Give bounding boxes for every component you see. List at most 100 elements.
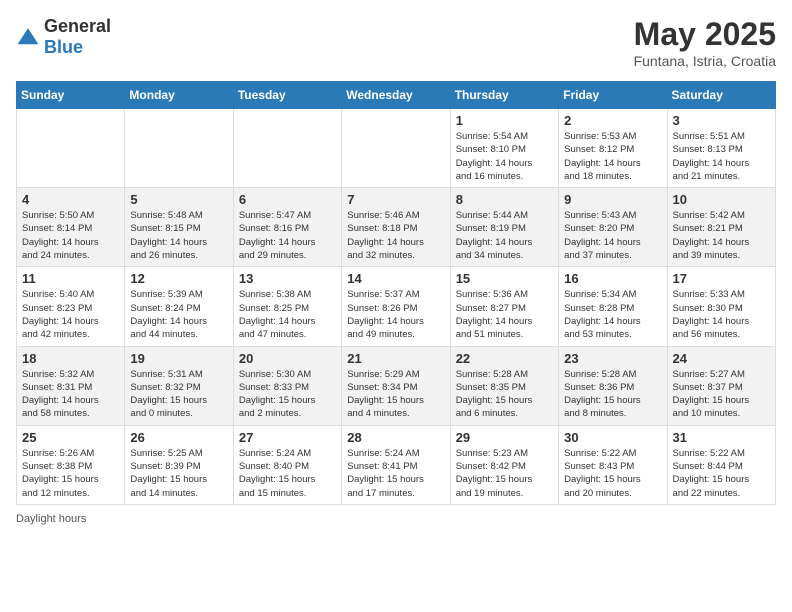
day-info: Sunrise: 5:23 AM Sunset: 8:42 PM Dayligh… — [456, 447, 553, 500]
day-info: Sunrise: 5:43 AM Sunset: 8:20 PM Dayligh… — [564, 209, 661, 262]
calendar-cell: 30Sunrise: 5:22 AM Sunset: 8:43 PM Dayli… — [559, 425, 667, 504]
calendar-cell: 23 Sunrise: 5:28 AM Sunset: 8:36 PM Dayli… — [559, 346, 667, 425]
day-info: Sunrise: 5:38 AM Sunset: 8:25 PM Dayligh… — [239, 288, 336, 341]
calendar-cell: 21 Sunrise: 5:29 AM Sunset: 8:34 PM Dayli… — [342, 346, 450, 425]
calendar-day-header-tuesday: Tuesday — [233, 82, 341, 109]
calendar-cell: 16 Sunrise: 5:34 AM Sunset: 8:28 PM Dayli… — [559, 267, 667, 346]
day-info: Sunrise: 5:24 AM Sunset: 8:41 PM Dayligh… — [347, 447, 444, 500]
month-title: May 2025 — [634, 16, 776, 53]
day-number: 25 — [22, 430, 119, 445]
calendar-cell: 31 Sunrise: 5:22 AM Sunset: 8:44 PM Dayli… — [667, 425, 775, 504]
calendar-week-row: 25 Sunrise: 5:26 AM Sunset: 8:38 PM Dayli… — [17, 425, 776, 504]
day-info: Sunrise: 5:46 AM Sunset: 8:18 PM Dayligh… — [347, 209, 444, 262]
calendar-cell: 15Sunrise: 5:36 AM Sunset: 8:27 PM Dayli… — [450, 267, 558, 346]
logo-blue: Blue — [44, 37, 83, 57]
day-number: 2 — [564, 113, 661, 128]
day-info: Sunrise: 5:47 AM Sunset: 8:16 PM Dayligh… — [239, 209, 336, 262]
footer: Daylight hours — [16, 513, 776, 525]
day-info: Sunrise: 5:22 AM Sunset: 8:43 PM Dayligh… — [564, 447, 661, 500]
day-info: Sunrise: 5:40 AM Sunset: 8:23 PM Dayligh… — [22, 288, 119, 341]
calendar-cell: 20 Sunrise: 5:30 AM Sunset: 8:33 PM Dayli… — [233, 346, 341, 425]
calendar-week-row: 1Sunrise: 5:54 AM Sunset: 8:10 PM Daylig… — [17, 109, 776, 188]
calendar-cell — [342, 109, 450, 188]
calendar-cell: 11 Sunrise: 5:40 AM Sunset: 8:23 PM Dayli… — [17, 267, 125, 346]
calendar-cell: 7 Sunrise: 5:46 AM Sunset: 8:18 PM Daylig… — [342, 188, 450, 267]
calendar-cell: 22Sunrise: 5:28 AM Sunset: 8:35 PM Dayli… — [450, 346, 558, 425]
logo-text: General Blue — [44, 16, 111, 58]
day-number: 6 — [239, 192, 336, 207]
day-info: Sunrise: 5:36 AM Sunset: 8:27 PM Dayligh… — [456, 288, 553, 341]
calendar-cell: 13 Sunrise: 5:38 AM Sunset: 8:25 PM Dayli… — [233, 267, 341, 346]
day-number: 13 — [239, 271, 336, 286]
day-number: 23 — [564, 351, 661, 366]
calendar-cell: 17 Sunrise: 5:33 AM Sunset: 8:30 PM Dayli… — [667, 267, 775, 346]
day-number: 4 — [22, 192, 119, 207]
calendar-week-row: 4 Sunrise: 5:50 AM Sunset: 8:14 PM Daylig… — [17, 188, 776, 267]
day-info: Sunrise: 5:29 AM Sunset: 8:34 PM Dayligh… — [347, 368, 444, 421]
calendar-cell: 4 Sunrise: 5:50 AM Sunset: 8:14 PM Daylig… — [17, 188, 125, 267]
day-info: Sunrise: 5:28 AM Sunset: 8:36 PM Dayligh… — [564, 368, 661, 421]
day-info: Sunrise: 5:44 AM Sunset: 8:19 PM Dayligh… — [456, 209, 553, 262]
calendar-day-header-monday: Monday — [125, 82, 233, 109]
page-header: General Blue May 2025 Funtana, Istria, C… — [16, 16, 776, 69]
day-info: Sunrise: 5:32 AM Sunset: 8:31 PM Dayligh… — [22, 368, 119, 421]
calendar-cell: 28 Sunrise: 5:24 AM Sunset: 8:41 PM Dayli… — [342, 425, 450, 504]
location-title: Funtana, Istria, Croatia — [634, 53, 776, 69]
day-number: 11 — [22, 271, 119, 286]
day-number: 18 — [22, 351, 119, 366]
day-number: 8 — [456, 192, 553, 207]
day-number: 12 — [130, 271, 227, 286]
day-number: 26 — [130, 430, 227, 445]
day-info: Sunrise: 5:48 AM Sunset: 8:15 PM Dayligh… — [130, 209, 227, 262]
calendar-cell: 1Sunrise: 5:54 AM Sunset: 8:10 PM Daylig… — [450, 109, 558, 188]
day-number: 21 — [347, 351, 444, 366]
day-number: 7 — [347, 192, 444, 207]
day-info: Sunrise: 5:25 AM Sunset: 8:39 PM Dayligh… — [130, 447, 227, 500]
day-number: 20 — [239, 351, 336, 366]
calendar-cell: 14Sunrise: 5:37 AM Sunset: 8:26 PM Dayli… — [342, 267, 450, 346]
calendar-week-row: 18 Sunrise: 5:32 AM Sunset: 8:31 PM Dayli… — [17, 346, 776, 425]
logo-icon — [16, 25, 40, 49]
calendar-cell: 26 Sunrise: 5:25 AM Sunset: 8:39 PM Dayli… — [125, 425, 233, 504]
calendar-cell: 3 Sunrise: 5:51 AM Sunset: 8:13 PM Daylig… — [667, 109, 775, 188]
calendar-table: SundayMondayTuesdayWednesdayThursdayFrid… — [16, 81, 776, 505]
day-info: Sunrise: 5:34 AM Sunset: 8:28 PM Dayligh… — [564, 288, 661, 341]
day-info: Sunrise: 5:22 AM Sunset: 8:44 PM Dayligh… — [673, 447, 770, 500]
day-number: 5 — [130, 192, 227, 207]
calendar-cell: 5 Sunrise: 5:48 AM Sunset: 8:15 PM Daylig… — [125, 188, 233, 267]
day-info: Sunrise: 5:27 AM Sunset: 8:37 PM Dayligh… — [673, 368, 770, 421]
calendar-day-header-sunday: Sunday — [17, 82, 125, 109]
day-number: 28 — [347, 430, 444, 445]
day-number: 24 — [673, 351, 770, 366]
calendar-cell: 18 Sunrise: 5:32 AM Sunset: 8:31 PM Dayli… — [17, 346, 125, 425]
day-number: 31 — [673, 430, 770, 445]
day-number: 17 — [673, 271, 770, 286]
day-info: Sunrise: 5:33 AM Sunset: 8:30 PM Dayligh… — [673, 288, 770, 341]
calendar-cell — [125, 109, 233, 188]
calendar-cell: 25 Sunrise: 5:26 AM Sunset: 8:38 PM Dayli… — [17, 425, 125, 504]
calendar-cell: 2 Sunrise: 5:53 AM Sunset: 8:12 PM Daylig… — [559, 109, 667, 188]
calendar-cell: 29 Sunrise: 5:23 AM Sunset: 8:42 PM Dayli… — [450, 425, 558, 504]
day-number: 16 — [564, 271, 661, 286]
calendar-day-header-saturday: Saturday — [667, 82, 775, 109]
day-info: Sunrise: 5:53 AM Sunset: 8:12 PM Dayligh… — [564, 130, 661, 183]
day-info: Sunrise: 5:31 AM Sunset: 8:32 PM Dayligh… — [130, 368, 227, 421]
calendar-cell — [233, 109, 341, 188]
day-info: Sunrise: 5:24 AM Sunset: 8:40 PM Dayligh… — [239, 447, 336, 500]
calendar-cell: 8 Sunrise: 5:44 AM Sunset: 8:19 PM Daylig… — [450, 188, 558, 267]
calendar-day-header-friday: Friday — [559, 82, 667, 109]
day-number: 29 — [456, 430, 553, 445]
day-info: Sunrise: 5:37 AM Sunset: 8:26 PM Dayligh… — [347, 288, 444, 341]
day-info: Sunrise: 5:30 AM Sunset: 8:33 PM Dayligh… — [239, 368, 336, 421]
day-number: 3 — [673, 113, 770, 128]
day-info: Sunrise: 5:50 AM Sunset: 8:14 PM Dayligh… — [22, 209, 119, 262]
day-info: Sunrise: 5:51 AM Sunset: 8:13 PM Dayligh… — [673, 130, 770, 183]
logo-general: General — [44, 16, 111, 36]
day-number: 27 — [239, 430, 336, 445]
calendar-header-row: SundayMondayTuesdayWednesdayThursdayFrid… — [17, 82, 776, 109]
calendar-cell — [17, 109, 125, 188]
day-info: Sunrise: 5:42 AM Sunset: 8:21 PM Dayligh… — [673, 209, 770, 262]
calendar-cell: 10Sunrise: 5:42 AM Sunset: 8:21 PM Dayli… — [667, 188, 775, 267]
day-info: Sunrise: 5:26 AM Sunset: 8:38 PM Dayligh… — [22, 447, 119, 500]
calendar-cell: 9Sunrise: 5:43 AM Sunset: 8:20 PM Daylig… — [559, 188, 667, 267]
